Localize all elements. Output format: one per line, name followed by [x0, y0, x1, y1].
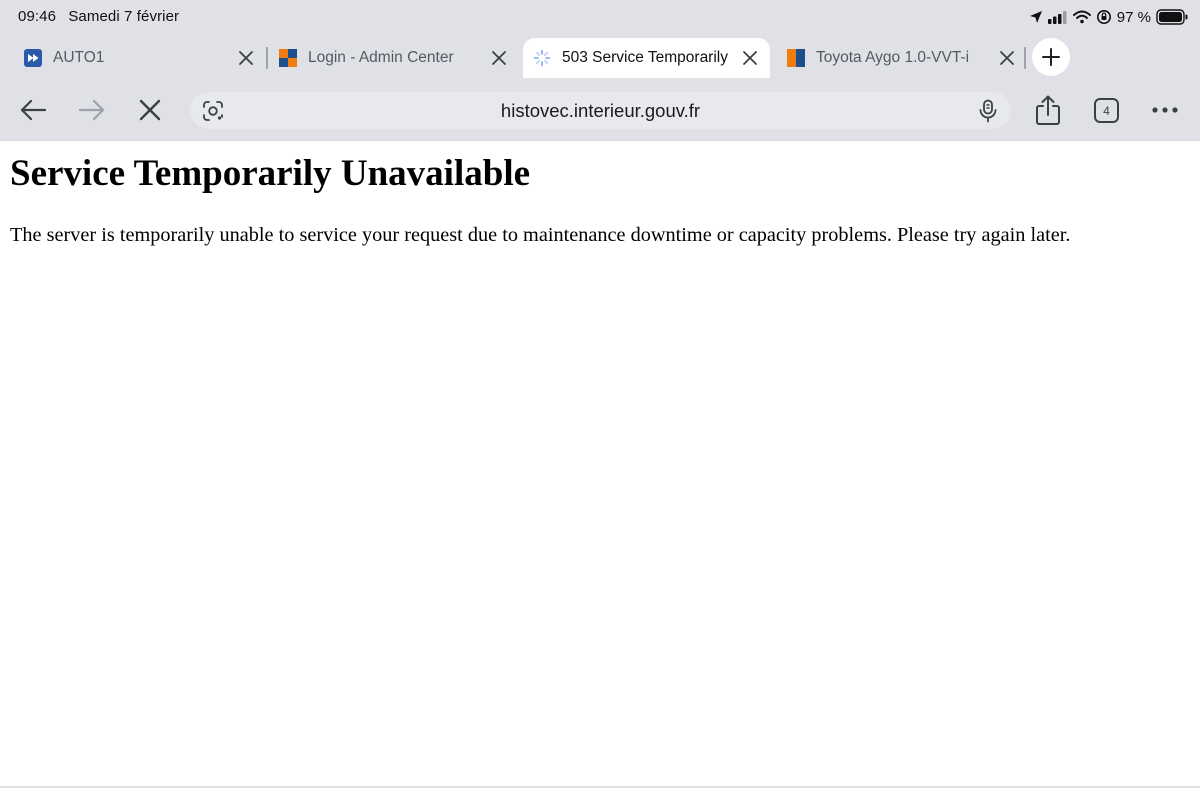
tab-count: 4 [1103, 103, 1110, 118]
wifi-icon [1072, 10, 1091, 24]
tab-separator [1024, 47, 1026, 69]
forward-button[interactable] [77, 95, 107, 125]
page-title: Service Temporarily Unavailable [10, 153, 531, 194]
back-button[interactable] [18, 95, 48, 125]
page-content: Service Temporarily Unavailable The serv… [10, 150, 1190, 247]
orientation-lock-icon [1096, 10, 1111, 24]
forward-arrow-icon [78, 99, 105, 121]
tab-label: Login - Admin Center [308, 49, 454, 66]
location-arrow-icon [1029, 11, 1042, 23]
blue-orange-square-favicon-icon [787, 49, 805, 67]
url-text[interactable]: histovec.interieur.gouv.fr [190, 100, 1011, 122]
tab-login-admin-center[interactable]: Login - Admin Center [279, 38, 515, 78]
battery-icon [1156, 9, 1188, 25]
tab-toyota-aygo[interactable]: Toyota Aygo 1.0-VVT-i [787, 38, 1021, 78]
admin-center-favicon-icon [279, 49, 297, 67]
tab-auto1[interactable]: AUTO1 [24, 38, 260, 78]
browser-chrome: 09:46 Samedi 7 février 97 % AUTO1 Login … [0, 0, 1200, 140]
new-tab-button[interactable] [1032, 38, 1070, 76]
close-tab-icon[interactable] [236, 48, 256, 68]
status-bar-indicators: 97 % [1029, 6, 1188, 28]
close-icon [139, 99, 161, 121]
auto1-favicon-icon [24, 49, 42, 67]
back-arrow-icon [20, 99, 47, 121]
battery-percentage: 97 % [1116, 8, 1151, 26]
cellular-signal-icon [1047, 11, 1067, 24]
address-bar[interactable]: histovec.interieur.gouv.fr [190, 92, 1011, 129]
tab-label: AUTO1 [53, 49, 105, 66]
close-tab-icon[interactable] [740, 48, 760, 68]
tab-503-service-unavailable[interactable]: 503 Service Temporarily Unavailable [523, 38, 770, 78]
status-date: Samedi 7 février [68, 8, 180, 25]
plus-icon [1042, 48, 1060, 66]
tab-separator [266, 47, 268, 69]
toolbar-divider [0, 140, 1200, 141]
loading-spinner-icon [533, 49, 551, 67]
more-options-icon[interactable] [1150, 104, 1180, 116]
tab-switcher-button[interactable]: 4 [1094, 98, 1119, 123]
share-icon[interactable] [1035, 94, 1061, 126]
microphone-icon[interactable] [977, 99, 999, 123]
error-message: The server is temporarily unable to serv… [10, 224, 1071, 246]
close-tab-icon[interactable] [997, 48, 1017, 68]
status-time: 09:46 [18, 8, 57, 25]
stop-loading-button[interactable] [135, 95, 165, 125]
tab-label: Toyota Aygo 1.0-VVT-i [816, 49, 970, 66]
tab-label: 503 Service Temporarily Unavailable [562, 49, 732, 66]
close-tab-icon[interactable] [489, 48, 509, 68]
status-bar-clock: 09:46 Samedi 7 février [18, 8, 187, 25]
